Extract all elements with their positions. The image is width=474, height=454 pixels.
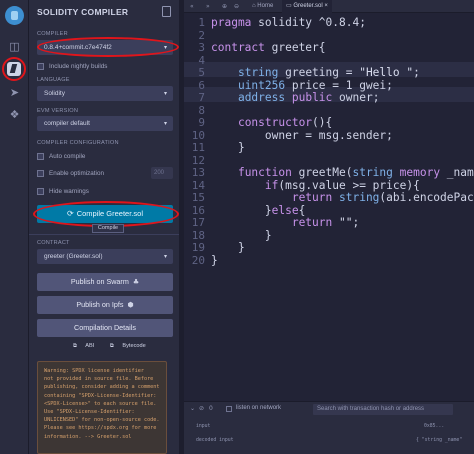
- publish-swarm-label: Publish on Swarm: [70, 277, 129, 286]
- copy-abi-link[interactable]: ⧉ ABI: [73, 343, 101, 349]
- chevron-down-icon: ▾: [163, 253, 167, 260]
- chevron-left-icon[interactable]: «: [190, 0, 194, 13]
- terminal-key: decoded input: [196, 438, 234, 443]
- optimization-checkbox[interactable]: [37, 169, 44, 177]
- spdx-warning-box: Warning: SPDX license identifier not pro…: [37, 361, 167, 454]
- hide-warnings-checkbox[interactable]: [37, 187, 44, 195]
- terminal-value: { "string _name": [416, 438, 463, 443]
- tab-home-label: Home: [257, 3, 274, 9]
- compile-tooltip: Compile: [92, 224, 124, 233]
- chevron-down-icon: ▾: [163, 90, 167, 97]
- language-label: LANGUAGE: [37, 77, 70, 83]
- home-icon: ⌂: [252, 3, 256, 9]
- auto-compile-row[interactable]: Auto compile: [37, 151, 85, 161]
- nightly-builds-checkbox[interactable]: [37, 62, 44, 70]
- compiler-label: COMPILER: [37, 31, 68, 37]
- compilation-details-button[interactable]: Compilation Details: [37, 319, 173, 337]
- code-line: 2: [198, 28, 205, 42]
- optimization-runs-input[interactable]: 200: [151, 167, 173, 179]
- nightly-builds-label: Include nightly builds: [49, 62, 108, 70]
- remix-ide: ◫ ➤ ❖ SOLIDITY COMPILER COMPILER 0.8.4+c…: [0, 0, 474, 454]
- annotation-oval-compiler: [37, 37, 179, 57]
- file-explorer-icon[interactable]: ◫: [8, 40, 21, 53]
- collapse-terminal-icon[interactable]: ⌄: [190, 405, 195, 412]
- optimization-label: Enable optimization: [49, 169, 104, 177]
- chevron-right-icon[interactable]: »: [206, 0, 210, 13]
- close-icon[interactable]: ×: [324, 3, 328, 9]
- language-value: Solidity: [44, 90, 65, 97]
- deploy-run-icon[interactable]: ➤: [8, 86, 21, 99]
- docs-icon[interactable]: [162, 6, 171, 17]
- language-select[interactable]: Solidity ▾: [37, 86, 173, 101]
- hide-warnings-row[interactable]: Hide warnings: [37, 186, 89, 196]
- auto-compile-checkbox[interactable]: [37, 152, 44, 160]
- copy-icon: ⧉: [73, 343, 77, 349]
- publish-swarm-button[interactable]: Publish on Swarm ♣: [37, 273, 173, 291]
- editor-tabs: « » ⊕ ⊖ ⌂ Home ▭ Greeter.sol ×: [184, 0, 474, 13]
- abi-label: ABI: [85, 343, 95, 349]
- file-icon: ▭: [286, 3, 292, 9]
- icon-rail: ◫ ➤ ❖: [0, 0, 29, 454]
- copy-icon: ⧉: [109, 343, 114, 349]
- hide-warnings-label: Hide warnings: [49, 187, 89, 195]
- terminal-toolbar: ⌄ ⊘ 0 listen on network Search with tran…: [184, 402, 474, 417]
- code-editor[interactable]: 1 pragma solidity ^0.8.4; 3 contract greet…: [184, 13, 474, 401]
- compilation-details-label: Compilation Details: [74, 323, 136, 332]
- pending-tx-count: 0: [209, 405, 213, 412]
- panel-title: SOLIDITY COMPILER: [37, 7, 129, 17]
- copy-links: ⧉ ABI ⧉ Bytecode: [73, 343, 160, 350]
- publish-ipfs-label: Publish on Ipfs: [76, 300, 124, 309]
- terminal-value: 0x85...: [424, 424, 445, 429]
- bytecode-label: Bytecode: [122, 343, 146, 349]
- ipfs-icon: ⬢: [127, 301, 134, 309]
- remix-logo-icon[interactable]: [5, 6, 24, 25]
- section-divider: [29, 234, 179, 235]
- zoom-in-icon[interactable]: ⊕: [222, 0, 227, 13]
- compiler-config-label: COMPILER CONFIGURATION: [37, 140, 119, 146]
- tab-greeter[interactable]: ▭ Greeter.sol ×: [282, 0, 332, 13]
- contract-select[interactable]: greeter (Greeter.sol) ▾: [37, 249, 173, 264]
- terminal-search-input[interactable]: Search with transaction hash or address: [313, 404, 453, 415]
- code-line: 20}: [191, 253, 218, 267]
- tab-greeter-label: Greeter.sol: [293, 3, 323, 9]
- copy-bytecode-link[interactable]: ⧉ Bytecode: [110, 343, 153, 349]
- optimization-row[interactable]: Enable optimization: [37, 168, 104, 178]
- plugin-manager-icon[interactable]: ❖: [8, 108, 21, 121]
- evm-version-select[interactable]: compiler default ▾: [37, 116, 173, 131]
- evm-version-value: compiler default: [44, 120, 90, 127]
- publish-ipfs-button[interactable]: Publish on Ipfs ⬢: [37, 296, 173, 314]
- solidity-compiler-icon[interactable]: [7, 62, 21, 76]
- chevron-down-icon: ▾: [163, 120, 167, 127]
- contract-label: CONTRACT: [37, 240, 70, 246]
- auto-compile-label: Auto compile: [49, 152, 86, 160]
- contract-value: greeter (Greeter.sol): [44, 253, 103, 260]
- terminal-panel: ⌄ ⊘ 0 listen on network Search with tran…: [184, 401, 474, 454]
- clear-console-icon[interactable]: ⊘: [199, 405, 204, 412]
- tab-home[interactable]: ⌂ Home: [252, 0, 273, 13]
- listen-network-label: listen on network: [236, 405, 282, 411]
- evm-version-label: EVM VERSION: [37, 108, 79, 114]
- swarm-icon: ♣: [132, 278, 140, 286]
- terminal-key: input: [196, 424, 211, 429]
- nightly-builds-row[interactable]: Include nightly builds: [37, 61, 107, 71]
- zoom-out-icon[interactable]: ⊖: [234, 0, 239, 13]
- listen-network-checkbox[interactable]: [226, 406, 232, 412]
